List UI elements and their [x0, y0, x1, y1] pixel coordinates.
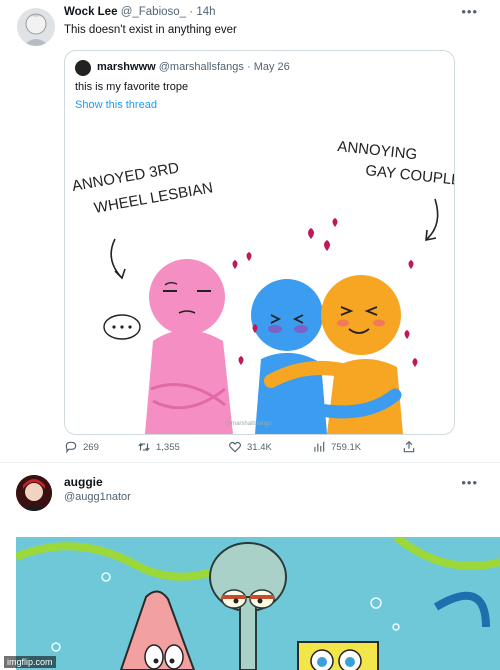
quoted-avatar[interactable] [75, 60, 91, 76]
spongebob-image[interactable] [16, 537, 500, 670]
view-count: 759.1K [331, 441, 362, 453]
reply-button[interactable]: 269 [64, 440, 99, 454]
share-icon [403, 440, 415, 453]
tweet-wock-lee: Wock Lee @_Fabioso_ · 14h ••• This doesn… [0, 0, 500, 462]
separator-dot: · [189, 6, 194, 18]
tweet-auggie: auggie @augg1nator ••• [0, 463, 500, 670]
retweet-count: 1,355 [156, 441, 180, 453]
watermark: imgflip.com [4, 656, 56, 668]
views-chart-icon [314, 441, 325, 452]
tweet-text: This doesn't exist in anything ever [64, 24, 237, 36]
separator-dot: · [246, 61, 251, 73]
quoted-text: this is my favorite trope [75, 81, 189, 93]
heart-icon [229, 441, 241, 453]
author-handle[interactable]: @augg1nator [64, 491, 131, 503]
retweet-icon [138, 442, 150, 452]
like-button[interactable]: 31.4K [228, 440, 272, 454]
avatar[interactable] [17, 8, 55, 46]
author-name[interactable]: Wock Lee [64, 6, 117, 18]
like-count: 31.4K [247, 441, 272, 453]
comic-image[interactable]: ANNOYED 3RD WHEEL LESBIAN ANNOYING GAY C… [65, 119, 454, 434]
avatar[interactable] [16, 475, 52, 511]
more-dots-icon[interactable]: ••• [461, 4, 478, 19]
reply-icon [65, 441, 77, 454]
tweet-header: Wock Lee @_Fabioso_ · 14h [64, 6, 216, 18]
quoted-header: marshwww @marshallsfangs · May 26 [97, 61, 290, 73]
tweet-action-bar: 269 1,355 31.4K 759.1K [64, 440, 464, 456]
retweet-button[interactable]: 1,355 [137, 440, 180, 454]
share-button[interactable] [402, 440, 416, 454]
show-thread-link[interactable]: Show this thread [75, 99, 157, 111]
quoted-tweet[interactable]: marshwww @marshallsfangs · May 26 this i… [64, 50, 455, 435]
comic-signature: @marshallsfangs [225, 421, 271, 427]
quoted-date[interactable]: May 26 [254, 61, 290, 73]
views-button[interactable]: 759.1K [312, 440, 361, 454]
tweet-time[interactable]: 14h [196, 6, 215, 18]
quoted-author-name[interactable]: marshwww [97, 61, 156, 73]
reply-count: 269 [83, 441, 99, 453]
author-name[interactable]: auggie [64, 475, 103, 489]
more-dots-icon[interactable]: ••• [461, 475, 478, 490]
author-handle[interactable]: @_Fabioso_ [121, 6, 186, 18]
quoted-author-handle[interactable]: @marshallsfangs [159, 61, 244, 73]
